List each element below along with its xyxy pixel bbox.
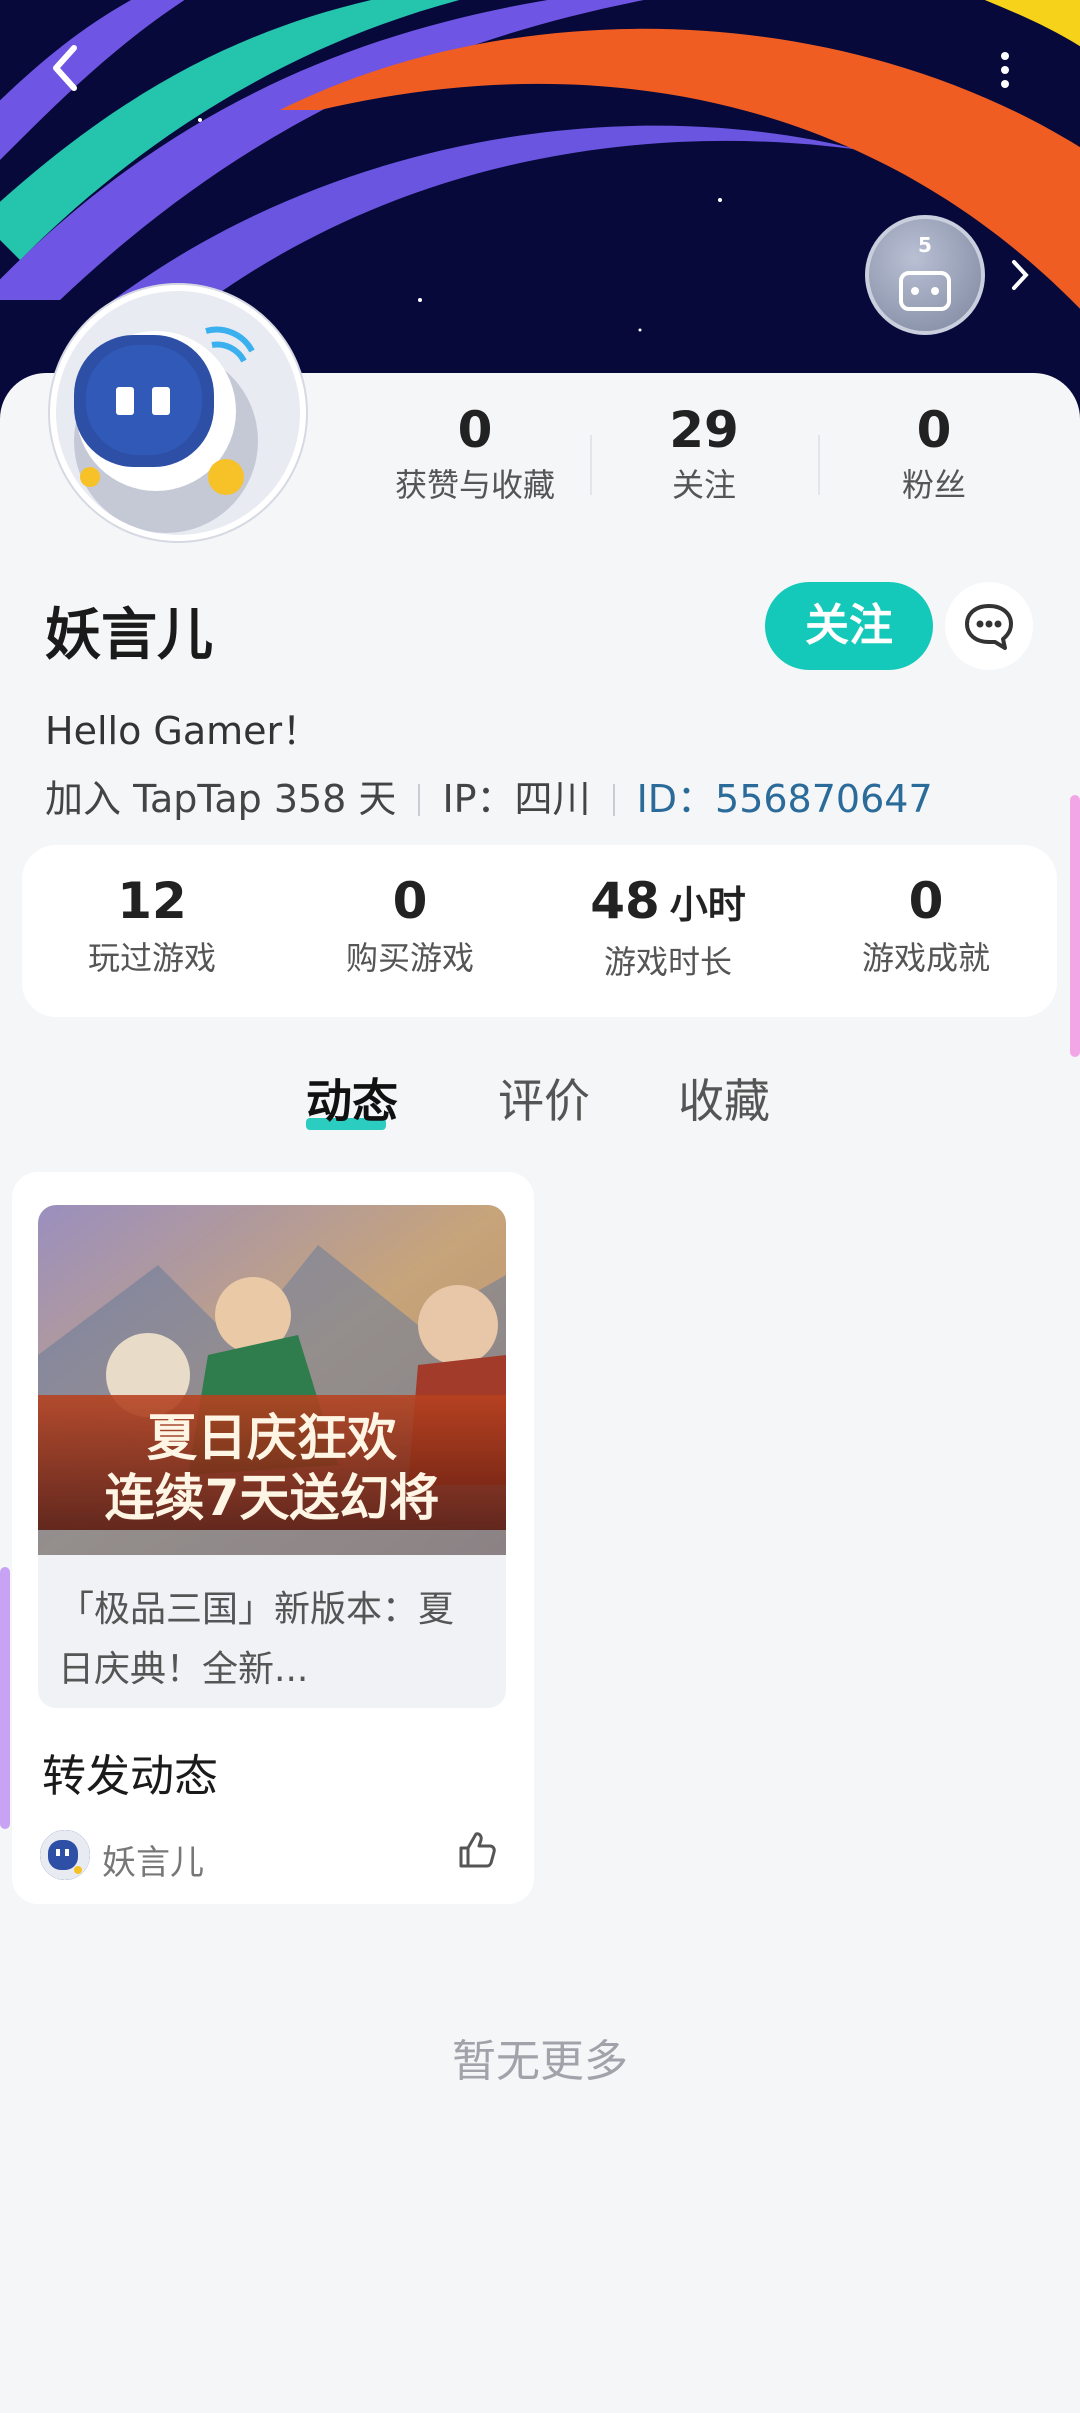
gstat-played-value: 12 [117,872,187,930]
tab-reviews[interactable]: 评价 [498,1065,590,1131]
more-vertical-icon [1001,52,1009,88]
badge-level: 5 [918,233,932,257]
stat-divider [818,435,820,495]
tab-favorites[interactable]: 收藏 [678,1065,770,1131]
no-more-text: 暂无更多 [452,2036,628,2087]
stat-fans[interactable]: 0 粉丝 [834,400,1034,508]
stat-likes-value: 0 [457,401,493,459]
stat-likes-label: 获赞与收藏 [394,466,555,504]
user-id[interactable]: ID：556870647 [637,777,933,821]
stat-divider [590,435,592,495]
message-button[interactable] [945,582,1033,670]
gstat-playtime-value: 48 [590,872,660,930]
stat-following[interactable]: 29 关注 [604,400,804,508]
back-arrow-icon [53,45,77,91]
gstat-playtime-unit: 小时 [669,883,746,927]
profile-meta: 加入 TapTap 358 天 IP：四川 ID：556870647 [45,768,933,823]
gstat-purchased[interactable]: 0 购买游戏 [280,870,540,980]
bio: Hello Gamer！ [45,709,321,753]
gstat-played[interactable]: 12 玩过游戏 [22,870,282,980]
robot-avatar-icon [56,291,300,535]
gstat-purchased-label: 购买游戏 [345,939,474,977]
stat-likes[interactable]: 0 获赞与收藏 [375,400,575,508]
gstat-played-label: 玩过游戏 [87,939,216,977]
username: 妖言儿 [45,603,213,668]
stat-following-value: 29 [669,401,739,459]
meta-separator [612,784,615,816]
gstat-purchased-value: 0 [392,872,428,930]
meta-separator [418,784,421,816]
ip-location: IP：四川 [442,777,591,821]
follow-button[interactable]: 关注 [765,582,933,670]
game-controller-icon [899,271,951,311]
scroll-indicator-right[interactable] [1070,795,1080,1057]
stat-fans-label: 粉丝 [901,466,966,504]
game-promo-image: 夏日庆狂欢 连续7天送幻将 [38,1205,506,1557]
gstat-playtime-label: 游戏时长 [603,943,732,981]
stat-following-label: 关注 [671,466,736,504]
back-button[interactable] [40,38,100,98]
level-badge[interactable]: 5 [865,215,985,335]
gstat-achievements-value: 0 [908,872,944,930]
stat-fans-value: 0 [916,401,952,459]
joined-days: 加入 TapTap 358 天 [45,777,397,821]
post-author-name[interactable]: 妖言儿 [102,1835,204,1884]
robot-avatar-icon [40,1830,90,1880]
like-button[interactable] [455,1828,499,1872]
post-image[interactable]: 夏日庆狂欢 连续7天送幻将 [38,1205,506,1557]
chevron-right-icon [1012,260,1029,290]
promo-line1: 夏日庆狂欢 [147,1409,397,1467]
tab-posts[interactable]: 动态 [306,1065,398,1131]
post-title: 转发动态 [42,1751,218,1802]
post-author-avatar[interactable] [40,1830,90,1880]
avatar[interactable] [50,285,306,541]
more-options-button[interactable] [985,40,1025,100]
thumbs-up-icon [459,1832,496,1868]
promo-line2: 连续7天送幻将 [105,1469,440,1527]
gstat-achievements[interactable]: 0 游戏成就 [796,870,1056,980]
badge-chevron[interactable] [1000,250,1040,300]
chat-bubble-icon [965,604,1013,650]
gstat-achievements-label: 游戏成就 [861,939,990,977]
scroll-indicator-left[interactable] [0,1567,10,1829]
post-quote-text: 「极品三国」新版本：夏日庆典！全新... [58,1589,455,1690]
gstat-playtime[interactable]: 48 小时 游戏时长 [538,870,798,984]
